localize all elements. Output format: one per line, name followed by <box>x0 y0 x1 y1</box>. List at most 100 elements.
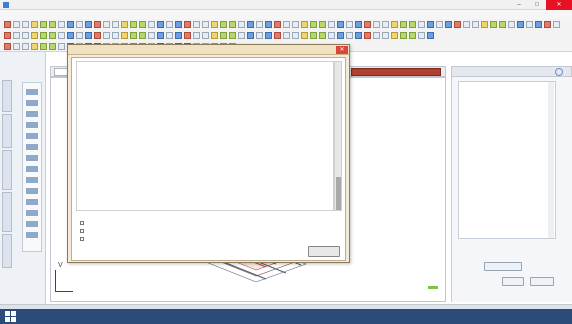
checkbox[interactable] <box>80 237 84 241</box>
toolbar-tool-icon[interactable] <box>49 32 56 39</box>
explorer-button-1[interactable] <box>484 262 522 271</box>
toolbar-tool-icon[interactable] <box>103 32 110 39</box>
toolbar-tool-icon[interactable] <box>364 32 371 39</box>
minimize-button[interactable]: – <box>510 0 528 10</box>
toolbar-tool-icon[interactable] <box>391 21 398 28</box>
toolbar-tool-icon[interactable] <box>31 21 38 28</box>
palette-item-icon[interactable] <box>26 144 38 150</box>
toolbar-tool-icon[interactable] <box>301 32 308 39</box>
toolbar-tool-icon[interactable] <box>166 32 173 39</box>
toolbar-tool-icon[interactable] <box>193 32 200 39</box>
toolbar-tool-icon[interactable] <box>112 21 119 28</box>
toolbar-tool-icon[interactable] <box>58 32 65 39</box>
toolbar-tool-icon[interactable] <box>274 21 281 28</box>
toolbar-tool-icon[interactable] <box>238 32 245 39</box>
toolbar-tool-icon[interactable] <box>229 21 236 28</box>
toolbar-tool-icon[interactable] <box>121 32 128 39</box>
toolbar-tool-icon[interactable] <box>427 32 434 39</box>
toolbar-tool-icon[interactable] <box>22 32 29 39</box>
toolbar-tool-icon[interactable] <box>229 32 236 39</box>
toolbar-tool-icon[interactable] <box>22 43 29 50</box>
toolbar-tool-icon[interactable] <box>247 32 254 39</box>
toolbar-tool-icon[interactable] <box>427 21 434 28</box>
toolbar-tool-icon[interactable] <box>292 21 299 28</box>
toolbar-tool-icon[interactable] <box>283 32 290 39</box>
toolbar-tool-icon[interactable] <box>184 21 191 28</box>
toolbar-tool-icon[interactable] <box>58 43 65 50</box>
toolbar-tool-icon[interactable] <box>58 21 65 28</box>
viewport-tab-highlight[interactable] <box>351 68 441 76</box>
toolbar-tool-icon[interactable] <box>373 21 380 28</box>
toolbar-tool-icon[interactable] <box>220 21 227 28</box>
toolbar-tool-icon[interactable] <box>4 43 11 50</box>
toolbar-tool-icon[interactable] <box>184 32 191 39</box>
toolbar-tool-icon[interactable] <box>526 21 533 28</box>
toolbar-tool-icon[interactable] <box>391 32 398 39</box>
toolbar-tool-icon[interactable] <box>373 32 380 39</box>
toolbar-tool-icon[interactable] <box>202 32 209 39</box>
toolbar-tool-icon[interactable] <box>355 21 362 28</box>
toolbar-tool-icon[interactable] <box>112 32 119 39</box>
toolbar-tool-icon[interactable] <box>346 21 353 28</box>
toolbar-tool-icon[interactable] <box>346 32 353 39</box>
toolbar-tool-icon[interactable] <box>211 32 218 39</box>
toolbar-tool-icon[interactable] <box>76 32 83 39</box>
toolbar-tool-icon[interactable] <box>40 32 47 39</box>
windows-start-icon[interactable] <box>4 310 18 323</box>
toolbar-tool-icon[interactable] <box>256 32 263 39</box>
palette-item-icon[interactable] <box>26 210 38 216</box>
toolbar-tool-icon[interactable] <box>499 21 506 28</box>
toolbar-tool-icon[interactable] <box>265 21 272 28</box>
palette-item-icon[interactable] <box>26 155 38 161</box>
palette-tab-5[interactable] <box>2 234 12 268</box>
toolbar-tool-icon[interactable] <box>175 21 182 28</box>
toolbar-tool-icon[interactable] <box>481 21 488 28</box>
window-close-button[interactable]: ✕ <box>546 0 572 10</box>
toolbar-tool-icon[interactable] <box>310 32 317 39</box>
toolbar-tool-icon[interactable] <box>76 21 83 28</box>
toolbar-tool-icon[interactable] <box>544 21 551 28</box>
toolbar-tool-icon[interactable] <box>535 21 542 28</box>
toolbar-tool-icon[interactable] <box>121 21 128 28</box>
maximize-button[interactable]: □ <box>528 0 546 10</box>
toolbar-tool-icon[interactable] <box>22 21 29 28</box>
toolbar-tool-icon[interactable] <box>319 32 326 39</box>
toolbar-tool-icon[interactable] <box>382 32 389 39</box>
toolbar-tool-icon[interactable] <box>409 21 416 28</box>
toolbar-tool-icon[interactable] <box>67 21 74 28</box>
toolbar-tool-icon[interactable] <box>265 32 272 39</box>
toolbar-tool-icon[interactable] <box>49 21 56 28</box>
toolbar-tool-icon[interactable] <box>436 21 443 28</box>
toolbar-tool-icon[interactable] <box>85 21 92 28</box>
toolbar-tool-icon[interactable] <box>31 43 38 50</box>
toolbar-tool-icon[interactable] <box>517 21 524 28</box>
palette-tab-3[interactable] <box>2 150 12 190</box>
toolbar-tool-icon[interactable] <box>337 32 344 39</box>
toolbar-tool-icon[interactable] <box>85 32 92 39</box>
toolbar-tool-icon[interactable] <box>31 32 38 39</box>
toolbar-tool-icon[interactable] <box>103 21 110 28</box>
tree-scrollbar[interactable] <box>548 82 554 238</box>
checkbox[interactable] <box>80 229 84 233</box>
palette-item-icon[interactable] <box>26 122 38 128</box>
dialog-close-icon[interactable]: ✕ <box>336 46 348 54</box>
toolbar-tool-icon[interactable] <box>337 21 344 28</box>
toolbar-tool-icon[interactable] <box>130 32 137 39</box>
toolbar-tool-icon[interactable] <box>220 32 227 39</box>
dialog-close-button[interactable] <box>308 246 340 257</box>
log-scrollbar[interactable] <box>334 61 342 211</box>
palette-item-icon[interactable] <box>26 188 38 194</box>
toolbar-tool-icon[interactable] <box>400 21 407 28</box>
toolbar-tool-icon[interactable] <box>157 21 164 28</box>
toolbar-tool-icon[interactable] <box>553 21 560 28</box>
palette-item-icon[interactable] <box>26 100 38 106</box>
toolbar-tool-icon[interactable] <box>328 21 335 28</box>
toolbar-tool-icon[interactable] <box>319 21 326 28</box>
toolbar-tool-icon[interactable] <box>328 32 335 39</box>
toolbar-tool-icon[interactable] <box>139 21 146 28</box>
toolbar-tool-icon[interactable] <box>274 32 281 39</box>
toolbar-tool-icon[interactable] <box>148 32 155 39</box>
toolbar-tool-icon[interactable] <box>130 21 137 28</box>
palette-tab-4[interactable] <box>2 192 12 232</box>
option-checkbox-1[interactable] <box>80 220 87 227</box>
